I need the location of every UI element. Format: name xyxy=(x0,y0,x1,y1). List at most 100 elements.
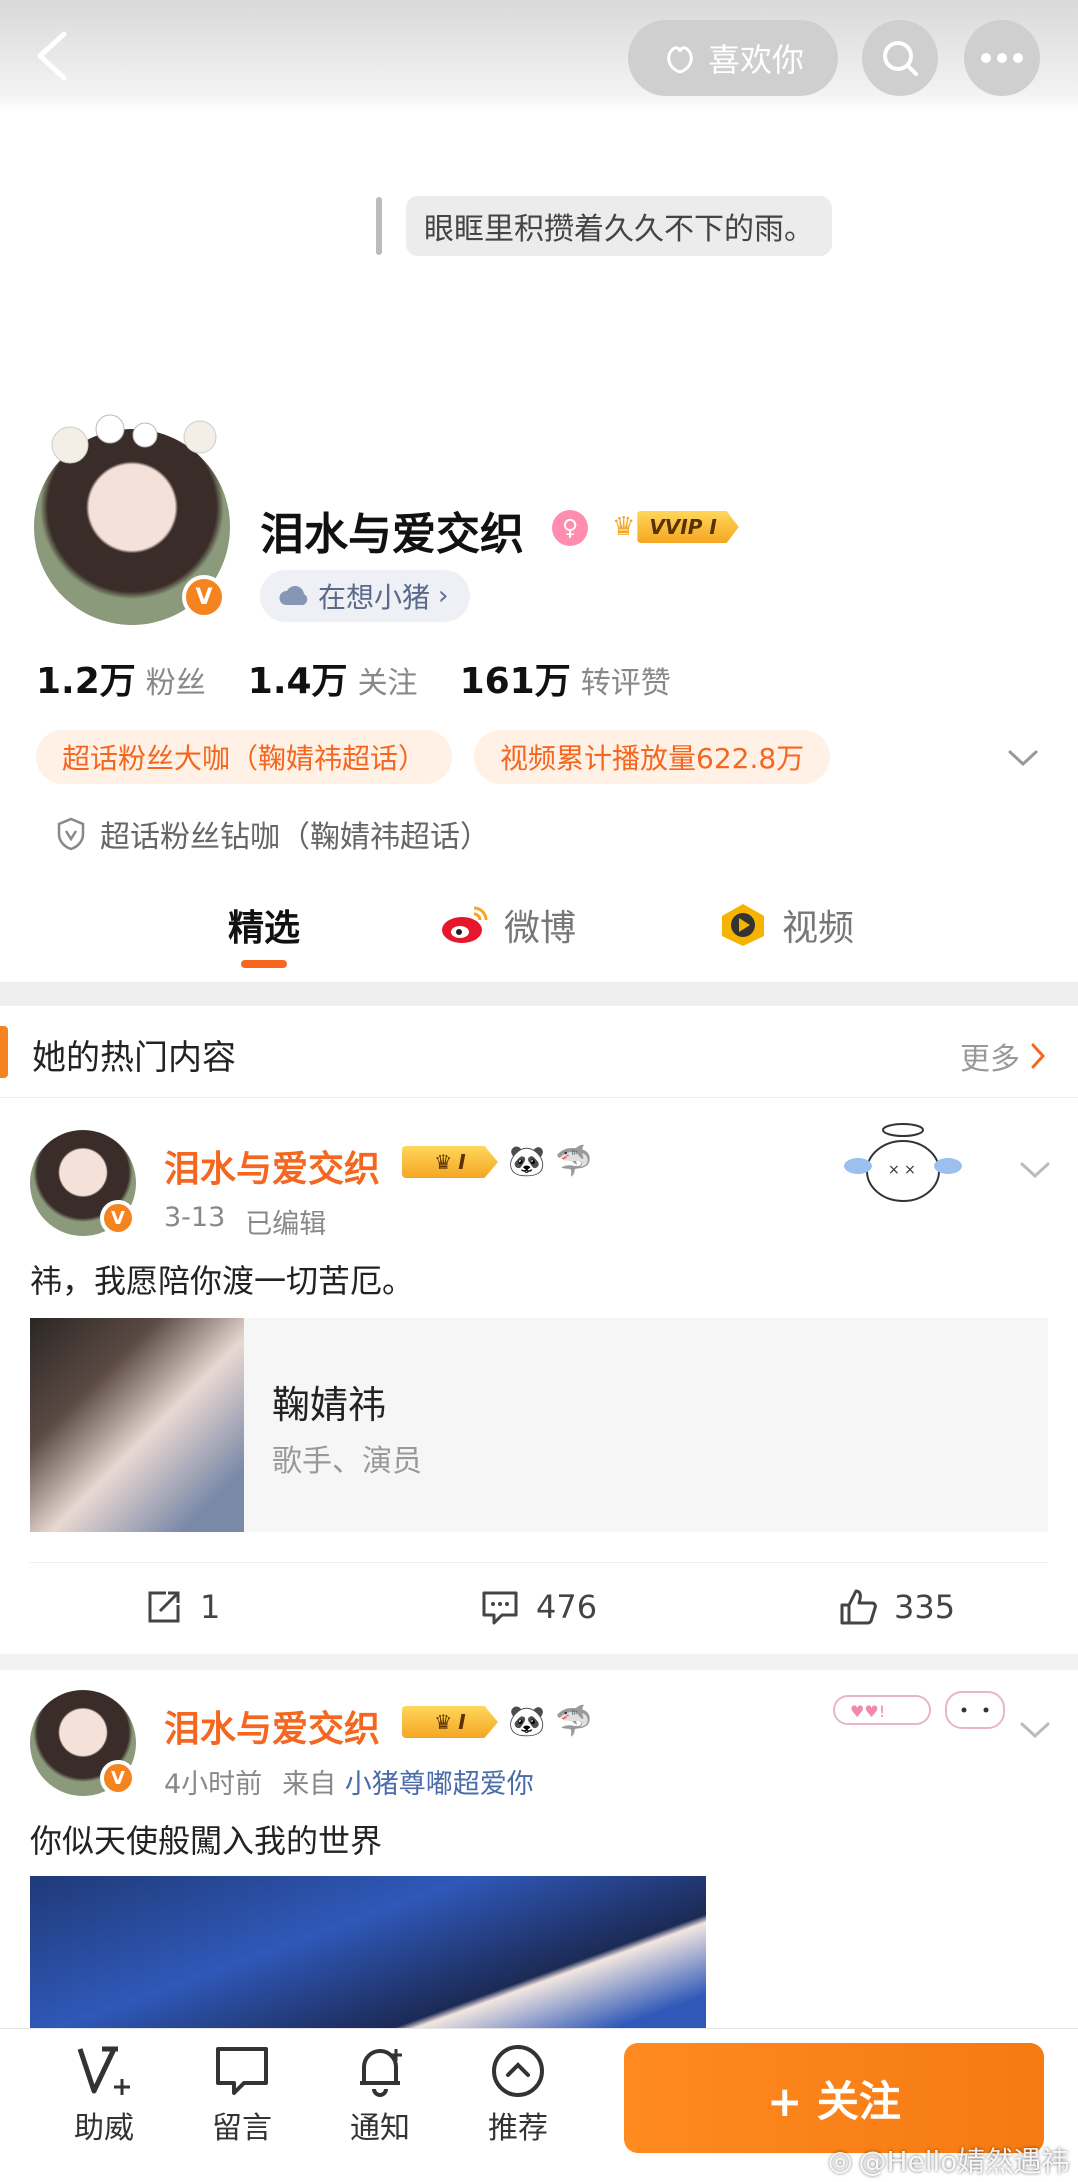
comment-button[interactable]: 476 xyxy=(480,1587,597,1627)
cheer-label: 助威 xyxy=(74,2111,134,2146)
profile-tabs: 精选 微博 视频 xyxy=(0,890,1078,982)
message-icon xyxy=(216,2047,268,2095)
vip-badge[interactable]: ♛ I xyxy=(402,1146,498,1178)
weibo-watermark-icon: ◎ xyxy=(828,2143,853,2177)
more-button[interactable] xyxy=(964,20,1040,96)
superfan-label: 超话粉丝钻咖（鞠婧祎超话） xyxy=(100,820,490,855)
post-meta: 4小时前 来自 小猪尊嘟超爱你 xyxy=(164,1762,534,1801)
stat-followers[interactable]: 1.2万 粉丝 xyxy=(36,652,206,704)
stat-following[interactable]: 1.4万 关注 xyxy=(248,652,418,704)
follow-button[interactable]: + 关注 xyxy=(624,2043,1044,2153)
like-you-button[interactable]: 喜欢你 xyxy=(628,20,838,96)
shark-icon: 🦈 xyxy=(555,1704,593,1739)
chevron-right-icon: › xyxy=(438,581,449,611)
watermark: ◎ @Hello婧然遇祎 xyxy=(828,2140,1069,2180)
tag-video-plays[interactable]: 视频累计播放量622.8万 xyxy=(474,730,831,784)
profile-stats: 1.2万 粉丝 1.4万 关注 161万 转评赞 xyxy=(36,652,671,704)
top-bar: 喜欢你 xyxy=(0,0,1078,112)
card-subtitle: 歌手、演员 xyxy=(272,1444,422,1479)
stat-interactions[interactable]: 161万 转评赞 xyxy=(460,652,671,704)
stat-number: 161万 xyxy=(459,661,571,702)
profile-name: 泪水与爱交织 xyxy=(260,509,524,560)
peach-icon xyxy=(667,46,693,74)
active-tab-indicator xyxy=(241,960,287,968)
profile-avatar[interactable]: V xyxy=(34,405,230,625)
more-dots-icon xyxy=(981,53,1023,63)
female-icon: ♀ xyxy=(552,510,588,546)
weibo-icon xyxy=(442,906,488,943)
panda-icon: 🐼 xyxy=(508,1144,546,1179)
tab-label: 视频 xyxy=(782,908,855,949)
video-icon xyxy=(722,904,764,946)
motto-bar xyxy=(376,197,382,255)
more-label: 更多 xyxy=(960,1042,1020,1077)
vip-badge[interactable]: ♛ I xyxy=(402,1706,498,1738)
post-from-label: 来自 xyxy=(282,1769,337,1800)
post-avatar[interactable]: V xyxy=(30,1670,136,1796)
section-accent-bar xyxy=(0,1026,8,1078)
thinking-label: 在想小猪 xyxy=(318,581,431,614)
comment-icon xyxy=(482,1591,518,1625)
post-author[interactable]: 泪水与爱交织 xyxy=(164,1140,380,1192)
hot-content-header: 她的热门内容 更多 xyxy=(0,1006,1078,1098)
post-card[interactable]: V 泪水与爱交织 ♛ I 🐼 🦈 3-13 已编辑 × × 祎，我愿陪你渡一切苦厄… xyxy=(0,1110,1078,1662)
tab-weibo[interactable]: 微博 xyxy=(440,890,576,960)
svg-text:× ×: × × xyxy=(888,1162,916,1178)
more-link[interactable]: 更多 xyxy=(960,1034,1046,1078)
cheer-v-icon xyxy=(77,2046,130,2095)
tab-featured[interactable]: 精选 xyxy=(228,890,300,960)
verified-badge-icon: V xyxy=(100,1200,136,1236)
repost-icon xyxy=(148,1591,180,1623)
svg-text:♥♥!: ♥♥! xyxy=(850,1702,885,1721)
crown-icon: ♛ xyxy=(434,1710,453,1734)
section-gap xyxy=(0,982,1078,1006)
post-date: 3-13 xyxy=(164,1202,226,1233)
tab-video[interactable]: 视频 xyxy=(718,890,854,960)
post-source[interactable]: 小猪尊嘟超爱你 xyxy=(345,1769,534,1800)
like-button[interactable]: 335 xyxy=(838,1587,955,1627)
tab-label: 微博 xyxy=(504,908,577,949)
repost-count: 1 xyxy=(200,1588,221,1626)
notify-button[interactable]: 通知 xyxy=(320,2043,440,2147)
motto: 眼眶里积攒着久久不下的雨。 xyxy=(376,195,832,257)
post-image[interactable] xyxy=(30,1876,706,2036)
post-avatar[interactable]: V xyxy=(30,1110,136,1236)
cheer-button[interactable]: 助威 xyxy=(44,2043,164,2147)
status-thinking[interactable]: 在想小猪 › xyxy=(260,570,471,622)
crown-icon: ♛ xyxy=(434,1150,453,1174)
comment-count: 476 xyxy=(536,1588,598,1626)
post-card[interactable]: V 泪水与爱交织 ♛ I 🐼 🦈 4小时前 来自 小猪尊嘟超爱你 ♥♥! 你似天使… xyxy=(0,1670,1078,2036)
search-button[interactable] xyxy=(862,20,938,96)
repost-button[interactable]: 1 xyxy=(144,1587,220,1627)
verified-badge-icon: V xyxy=(182,575,226,619)
superfan-row[interactable]: 超话粉丝钻咖（鞠婧祎超话） xyxy=(56,812,490,856)
motto-text: 眼眶里积攒着久久不下的雨。 xyxy=(406,196,832,256)
tag-superfan[interactable]: 超话粉丝大咖（鞠婧祎超话） xyxy=(36,730,453,784)
post-author[interactable]: 泪水与爱交织 xyxy=(164,1700,380,1752)
angel-sticker-icon: × × xyxy=(844,1123,962,1202)
stat-label: 粉丝 xyxy=(145,666,206,701)
recommend-label: 推荐 xyxy=(488,2111,548,2146)
bell-icon xyxy=(360,2049,402,2097)
verified-badge-icon: V xyxy=(100,1760,136,1796)
cloud-icon xyxy=(279,586,308,605)
chevron-down-icon[interactable] xyxy=(1018,1156,1052,1184)
chevron-down-icon[interactable] xyxy=(1018,1716,1052,1744)
message-button[interactable]: 留言 xyxy=(182,2043,302,2147)
card-image xyxy=(30,1318,244,1532)
vvip-badge[interactable]: ♛ VVIP I xyxy=(612,508,739,546)
profile-tags: 超话粉丝大咖（鞠婧祎超话） 视频累计播放量622.8万 xyxy=(36,730,831,784)
chevron-down-icon[interactable] xyxy=(1006,744,1040,772)
stat-number: 1.2万 xyxy=(36,661,136,702)
post-divider xyxy=(0,1654,1078,1670)
recommend-button[interactable]: 推荐 xyxy=(458,2043,578,2147)
chevron-left-icon[interactable] xyxy=(30,28,74,84)
post-badges: ♛ I 🐼 🦈 xyxy=(402,1146,593,1178)
vvip-label: VVIP I xyxy=(637,511,739,543)
vip-level: I xyxy=(458,1150,466,1174)
topic-card[interactable]: 鞠婧祎 歌手、演员 xyxy=(30,1318,1048,1532)
post-edited: 已编辑 xyxy=(245,1209,327,1240)
crown-icon: ♛ xyxy=(612,512,636,542)
vip-level: I xyxy=(458,1710,466,1734)
card-title: 鞠婧祎 xyxy=(272,1383,387,1427)
